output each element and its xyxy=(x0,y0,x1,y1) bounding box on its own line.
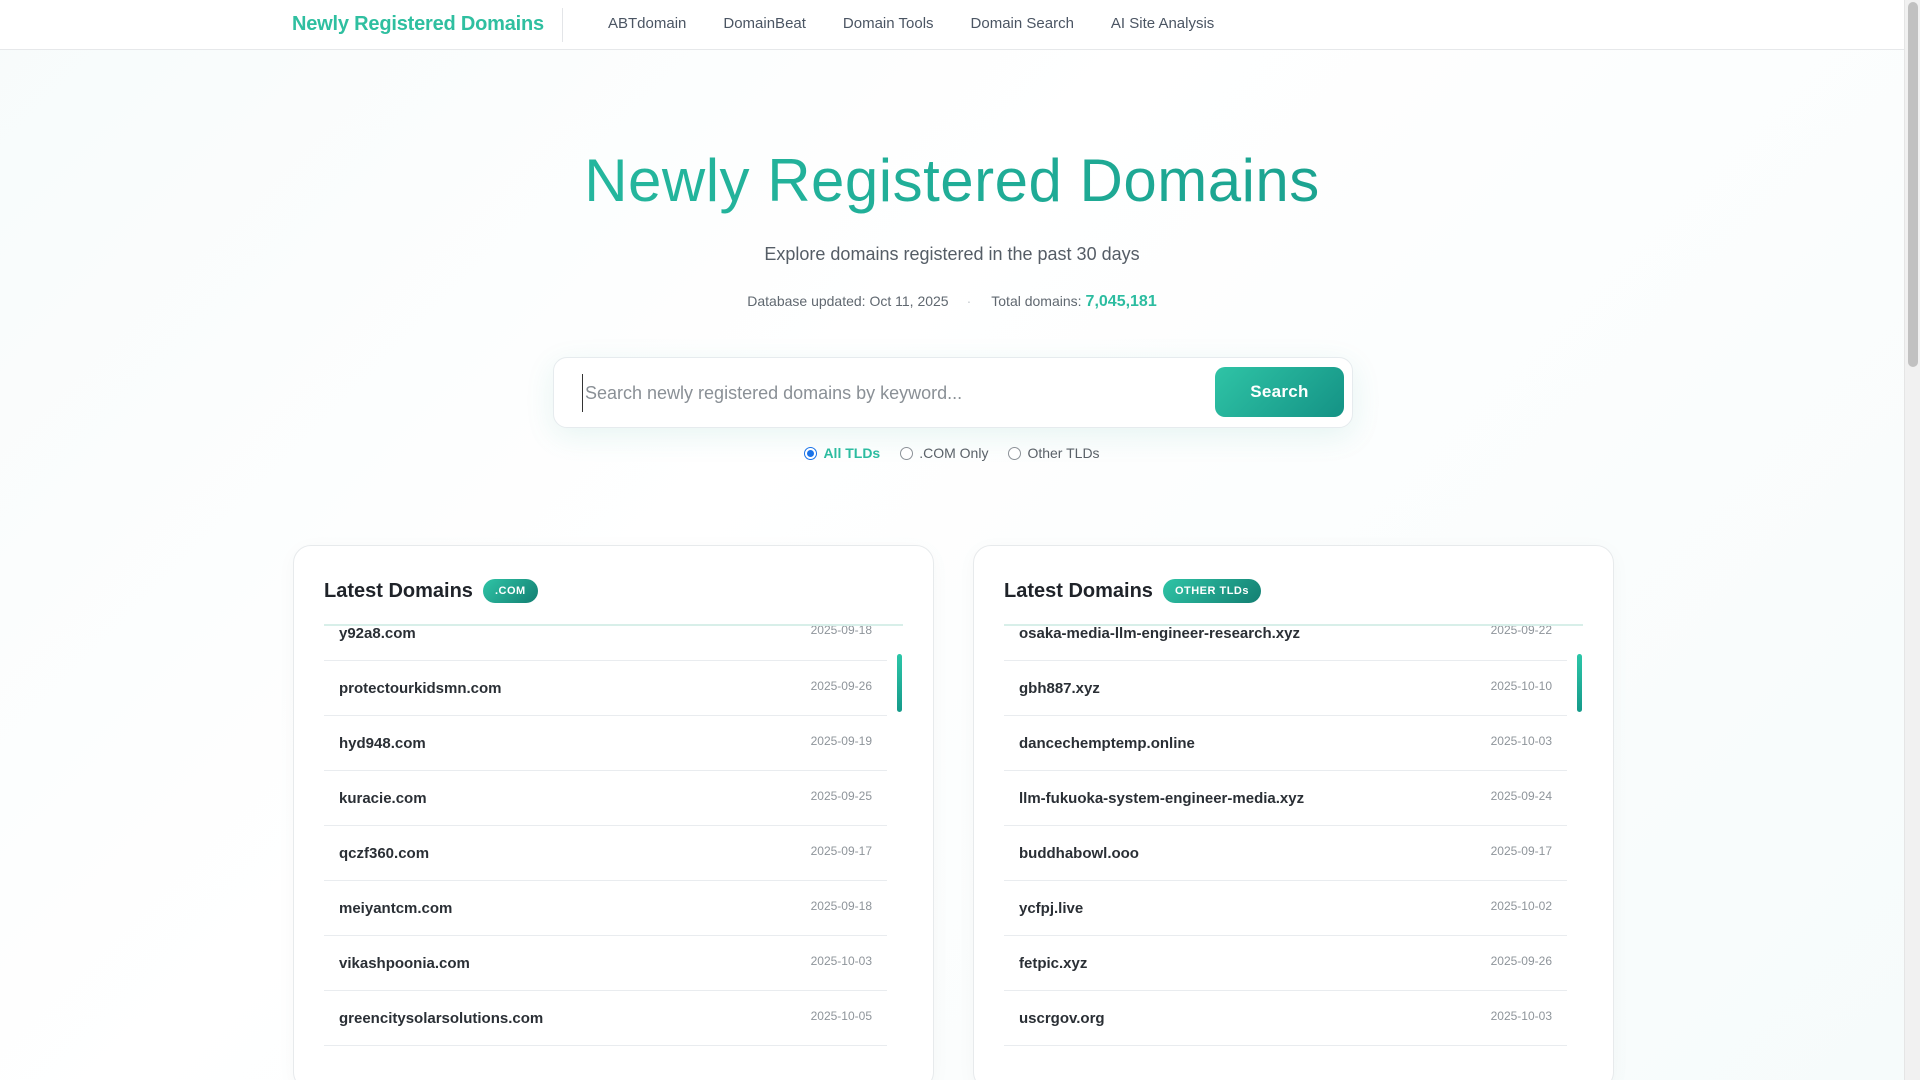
total-domains-count: 7,045,181 xyxy=(1085,293,1157,310)
card-title: Latest Domains xyxy=(1004,579,1153,602)
search-bar: Search xyxy=(553,357,1353,428)
domain-name[interactable]: protectourkidsmn.com xyxy=(339,680,502,697)
registration-date: 2025-09-25 xyxy=(810,789,872,803)
domain-name[interactable]: gbh887.xyz xyxy=(1019,680,1100,697)
card-title: Latest Domains xyxy=(324,579,473,602)
registration-date: 2025-09-18 xyxy=(810,626,872,637)
domain-list: y92a8.com 2025-09-18 protectourkidsmn.com… xyxy=(324,626,887,1080)
registration-date: 2025-10-03 xyxy=(1490,1009,1552,1023)
domain-name[interactable]: hyd948.com xyxy=(339,735,426,752)
list-item[interactable]: llm-fukuoka-system-engineer-media.xyz 202… xyxy=(1004,771,1567,826)
domain-name[interactable]: buddhabowl.ooo xyxy=(1019,845,1139,862)
filter-all-tlds[interactable]: All TLDs xyxy=(804,445,880,461)
nav-link-domain-search[interactable]: Domain Search xyxy=(971,15,1074,32)
filter-label: Other TLDs xyxy=(1027,445,1100,461)
database-meta: Database updated: Oct 11, 2025 · Total d… xyxy=(0,293,1904,311)
list-item[interactable]: greencitysolarsolutions.com 2025-10-05 xyxy=(324,991,887,1046)
page-scrollbar[interactable] xyxy=(1904,0,1920,1080)
registration-date: 2025-10-03 xyxy=(1490,734,1552,748)
list-item[interactable]: y92a8.com 2025-09-18 xyxy=(324,626,887,661)
domain-name[interactable]: qczf360.com xyxy=(339,845,429,862)
registration-date: 2025-10-10 xyxy=(1490,679,1552,693)
list-item[interactable]: gbh887.xyz 2025-10-10 xyxy=(1004,661,1567,716)
card-header: Latest Domains .COM xyxy=(324,579,538,603)
filter-other-tlds[interactable]: Other TLDs xyxy=(1008,445,1100,461)
card-header: Latest Domains OTHER TLDs xyxy=(1004,579,1261,603)
domain-name[interactable]: kuracie.com xyxy=(339,790,427,807)
nav-link-domainbeat[interactable]: DomainBeat xyxy=(723,15,806,32)
page-title: Newly Registered Domains xyxy=(0,146,1904,215)
registration-date: 2025-09-17 xyxy=(810,844,872,858)
domain-list: osaka-media-llm-engineer-research.xyz 202… xyxy=(1004,626,1567,1080)
database-updated-text: Database updated: Oct 11, 2025 xyxy=(747,293,949,309)
list-item[interactable]: vikashpoonia.com 2025-10-03 xyxy=(324,936,887,991)
meta-separator-dot: · xyxy=(966,293,972,309)
registration-date: 2025-09-22 xyxy=(1490,626,1552,637)
total-domains-label: Total domains: xyxy=(991,293,1082,309)
domain-name[interactable]: dancechemptemp.online xyxy=(1019,735,1195,752)
scrollbar-thumb[interactable] xyxy=(1577,654,1582,712)
list-item[interactable]: buddhabowl.ooo 2025-09-17 xyxy=(1004,826,1567,881)
search-input[interactable] xyxy=(582,374,1222,412)
list-item[interactable]: qczf360.com 2025-09-17 xyxy=(324,826,887,881)
registration-date: 2025-09-18 xyxy=(810,899,872,913)
registration-date: 2025-09-17 xyxy=(1490,844,1552,858)
radio-unchecked-icon[interactable] xyxy=(900,446,914,460)
search-button[interactable]: Search xyxy=(1215,367,1344,417)
latest-com-domains-card: Latest Domains .COM y92a8.com 2025-09-18 … xyxy=(293,545,934,1080)
registration-date: 2025-09-19 xyxy=(810,734,872,748)
list-item[interactable]: protectourkidsmn.com 2025-09-26 xyxy=(324,661,887,716)
scrollbar-thumb[interactable] xyxy=(897,654,902,712)
page: Newly Registered Domains ABTdomain Domai… xyxy=(0,0,1904,1080)
list-item[interactable]: fetpic.xyz 2025-09-26 xyxy=(1004,936,1567,991)
tld-badge: .COM xyxy=(482,579,538,603)
registration-date: 2025-10-02 xyxy=(1490,899,1552,913)
registration-date: 2025-10-03 xyxy=(810,954,872,968)
nav-links: ABTdomain DomainBeat Domain Tools Domain… xyxy=(608,15,1214,32)
list-item[interactable]: meiyantcm.com 2025-09-18 xyxy=(324,881,887,936)
registration-date: 2025-09-26 xyxy=(810,679,872,693)
domain-name[interactable]: uscrgov.org xyxy=(1019,1010,1105,1027)
registration-date: 2025-09-24 xyxy=(1490,789,1552,803)
domain-name[interactable]: greencitysolarsolutions.com xyxy=(339,1010,543,1027)
list-item[interactable]: uscrgov.org 2025-10-03 xyxy=(1004,991,1567,1046)
list-scrollbar[interactable] xyxy=(1577,654,1582,1054)
brand-logo-link[interactable]: Newly Registered Domains xyxy=(292,13,544,36)
domain-name[interactable]: y92a8.com xyxy=(339,626,416,642)
list-item[interactable]: hyd948.com 2025-09-19 xyxy=(324,716,887,771)
page-scrollbar-thumb[interactable] xyxy=(1908,2,1918,367)
domain-name[interactable]: osaka-media-llm-engineer-research.xyz xyxy=(1019,626,1300,642)
list-item[interactable]: ycfpj.live 2025-10-02 xyxy=(1004,881,1567,936)
list-item[interactable]: dancechemptemp.online 2025-10-03 xyxy=(1004,716,1567,771)
filter-label: All TLDs xyxy=(823,445,881,461)
top-navbar: Newly Registered Domains ABTdomain Domai… xyxy=(0,0,1904,50)
nav-link-ai-site-analysis[interactable]: AI Site Analysis xyxy=(1111,15,1214,32)
domain-name[interactable]: vikashpoonia.com xyxy=(339,955,470,972)
registration-date: 2025-10-05 xyxy=(810,1009,872,1023)
tld-badge: OTHER TLDs xyxy=(1162,579,1261,603)
list-item[interactable]: osaka-media-llm-engineer-research.xyz 202… xyxy=(1004,626,1567,661)
nav-link-domain-tools[interactable]: Domain Tools xyxy=(843,15,934,32)
filter-label: .COM Only xyxy=(919,445,989,461)
filter-com-only[interactable]: .COM Only xyxy=(900,445,988,461)
domain-name[interactable]: meiyantcm.com xyxy=(339,900,452,917)
tld-filter-group: All TLDs .COM Only Other TLDs xyxy=(0,445,1904,461)
domain-name[interactable]: llm-fukuoka-system-engineer-media.xyz xyxy=(1019,790,1304,807)
domain-name[interactable]: fetpic.xyz xyxy=(1019,955,1087,972)
radio-checked-icon[interactable] xyxy=(804,446,818,460)
registration-date: 2025-09-26 xyxy=(1490,954,1552,968)
list-scrollbar[interactable] xyxy=(897,654,902,1054)
nav-divider xyxy=(562,8,563,42)
nav-link-abtdomain[interactable]: ABTdomain xyxy=(608,15,686,32)
radio-unchecked-icon[interactable] xyxy=(1008,446,1022,460)
domain-name[interactable]: ycfpj.live xyxy=(1019,900,1083,917)
list-item[interactable]: kuracie.com 2025-09-25 xyxy=(324,771,887,826)
page-subtitle: Explore domains registered in the past 3… xyxy=(764,244,1140,264)
latest-other-tld-domains-card: Latest Domains OTHER TLDs osaka-media-ll… xyxy=(973,545,1614,1080)
